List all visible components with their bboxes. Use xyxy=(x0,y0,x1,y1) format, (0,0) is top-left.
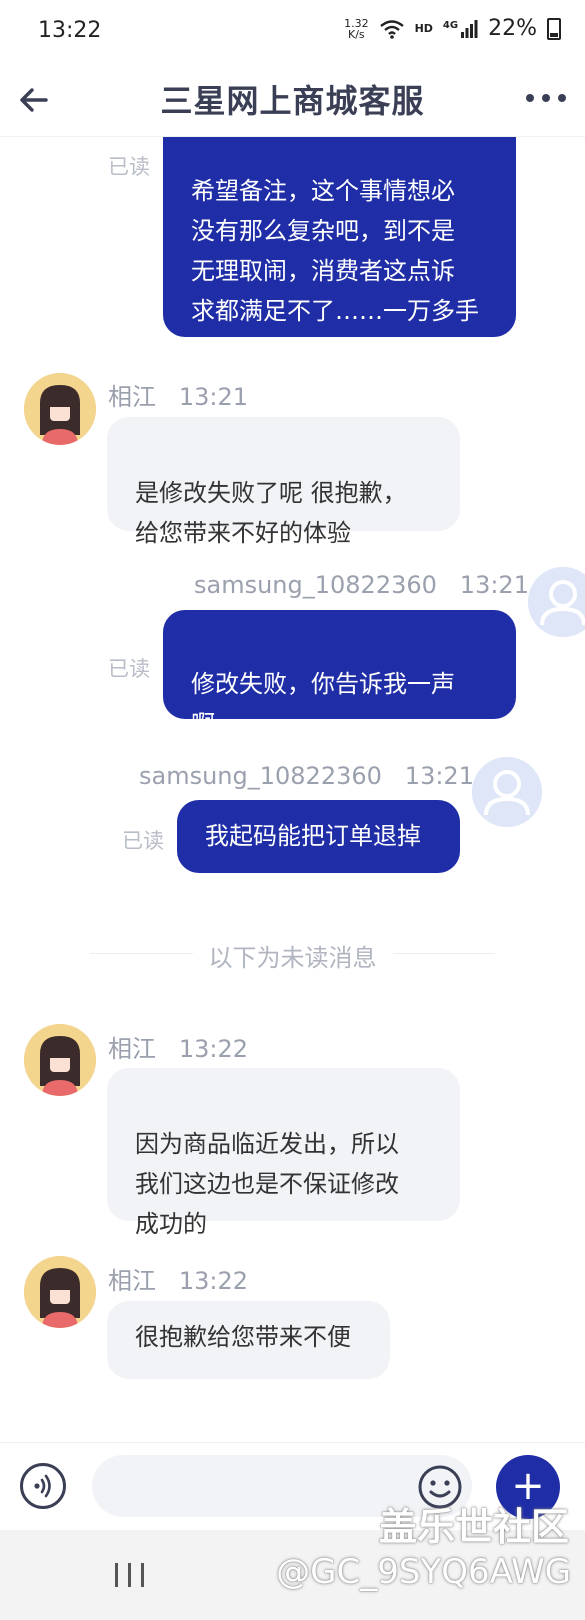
status-icons: 1.32 K/s HD 4G 22% xyxy=(344,16,561,41)
sender-name: samsung_10822360 xyxy=(194,571,437,599)
message-meta: 相江 13:21 xyxy=(108,377,248,412)
message-time: 13:21 xyxy=(459,571,529,599)
incoming-message[interactable]: 因为商品临近发出，所以 我们这边也是不保证修改 成功的 xyxy=(107,1068,460,1238)
sender-name: 相江 xyxy=(108,1267,156,1295)
agent-avatar-icon xyxy=(24,373,96,445)
agent-avatar[interactable] xyxy=(24,1256,96,1328)
message-text: 希望备注，这个事情想必 没有那么复杂吧，到不是 无理取闹，消费者这点诉 求都满足… xyxy=(191,177,479,365)
chat-title: 三星网上商城客服 xyxy=(160,82,425,120)
net-speed-value: 1.32 xyxy=(344,16,369,30)
more-options-icon[interactable] xyxy=(525,88,567,108)
incoming-message[interactable]: 是修改失败了呢 很抱歉， 给您带来不好的体验 xyxy=(107,417,460,547)
outgoing-message[interactable]: 我起码能把订单退掉 xyxy=(177,800,460,873)
signal-type-label: 4G xyxy=(442,19,459,31)
read-receipt: 已读 xyxy=(122,829,164,853)
outgoing-message[interactable]: 修改失败，你告诉我一声 啊 xyxy=(163,610,516,738)
message-time: 13:22 xyxy=(178,1035,249,1063)
unread-divider-label: 以下为未读消息 xyxy=(192,944,393,972)
incoming-message[interactable]: 很抱歉给您带来不便 xyxy=(107,1301,390,1379)
chat-area[interactable]: 已读 希望备注，这个事情想必 没有那么复杂吧，到不是 无理取闹，消费者这点诉 求… xyxy=(0,137,585,1442)
message-text: 我起码能把订单退掉 xyxy=(205,822,421,850)
net-speed: 1.32 K/s xyxy=(344,18,369,40)
user-avatar[interactable] xyxy=(472,757,542,827)
user-avatar-icon xyxy=(528,567,585,637)
signal-icon xyxy=(461,19,478,38)
message-text: 很抱歉给您带来不便 xyxy=(135,1323,351,1351)
agent-avatar-icon xyxy=(24,1024,96,1096)
signal-group: 4G xyxy=(442,19,478,38)
voice-input-button[interactable] xyxy=(20,1463,66,1509)
message-meta: samsung_10822360 13:21 xyxy=(194,571,529,599)
sender-name: samsung_10822360 xyxy=(139,762,382,790)
message-time: 13:22 xyxy=(178,1267,249,1295)
wifi-icon xyxy=(379,19,404,39)
watermark-user: @GC_9SYQ6AWG xyxy=(276,1552,571,1592)
user-avatar-icon xyxy=(472,757,542,827)
message-text: 因为商品临近发出，所以 我们这边也是不保证修改 成功的 xyxy=(135,1130,399,1238)
message-meta: 相江 13:22 xyxy=(108,1261,248,1296)
battery-level: 22% xyxy=(488,16,537,41)
sender-name: 相江 xyxy=(108,1035,156,1063)
read-receipt: 已读 xyxy=(108,155,150,179)
user-avatar[interactable] xyxy=(528,567,585,637)
battery-icon xyxy=(547,17,561,40)
message-meta: samsung_10822360 13:21 xyxy=(139,762,474,790)
net-speed-unit: K/s xyxy=(348,27,365,41)
status-time: 13:22 xyxy=(38,18,102,43)
watermark-site: 盖乐世社区 xyxy=(378,1505,569,1549)
message-meta: 相江 13:22 xyxy=(108,1029,248,1064)
agent-avatar[interactable] xyxy=(24,373,96,445)
agent-avatar-icon xyxy=(24,1256,96,1328)
unread-divider: 以下为未读消息 xyxy=(0,938,585,973)
message-time: 13:21 xyxy=(178,383,249,411)
hd-label: HD xyxy=(414,22,433,35)
message-text: 修改失败，你告诉我一声 啊 xyxy=(191,670,455,738)
agent-avatar[interactable] xyxy=(24,1024,96,1096)
outgoing-message[interactable]: 希望备注，这个事情想必 没有那么复杂吧，到不是 无理取闹，消费者这点诉 求都满足… xyxy=(163,137,516,365)
read-receipt: 已读 xyxy=(108,657,150,681)
message-text: 是修改失败了呢 很抱歉， 给您带来不好的体验 xyxy=(135,479,407,547)
chat-header: 三星网上商城客服 xyxy=(0,66,585,137)
voice-icon xyxy=(34,1474,51,1498)
recent-apps-icon[interactable] xyxy=(112,1560,148,1590)
message-time: 13:21 xyxy=(404,762,474,790)
status-bar: 13:22 1.32 K/s HD 4G 22% xyxy=(0,0,585,66)
sender-name: 相江 xyxy=(108,383,156,411)
